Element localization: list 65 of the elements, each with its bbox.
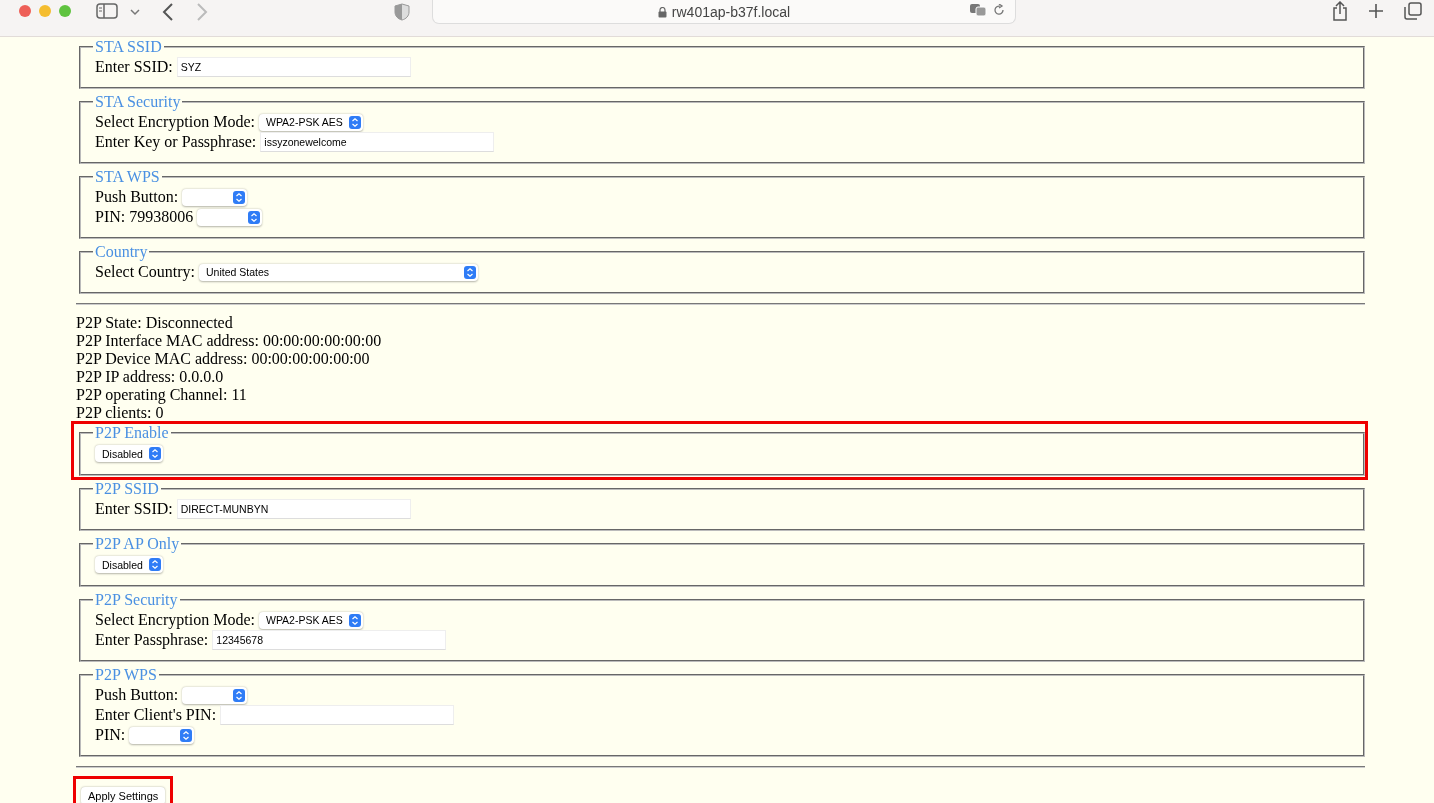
- input-field[interactable]: DIRECT-MUNBYN: [176, 499, 411, 519]
- status-text: P2P clients: 0: [76, 404, 165, 422]
- status-text: P2P State: Disconnected: [76, 314, 234, 332]
- shield-icon[interactable]: [394, 3, 410, 21]
- chevron-down-icon[interactable]: [130, 8, 140, 16]
- input-field[interactable]: issyzonewelcome: [260, 132, 495, 152]
- input-field[interactable]: SYZ: [176, 57, 411, 77]
- field-label: PIN:: [95, 726, 126, 744]
- status-text: P2P operating Channel: 11: [76, 386, 248, 404]
- status-text: P2P IP address: 0.0.0.0: [76, 368, 225, 386]
- dropdown[interactable]: [182, 686, 248, 704]
- stepper-icon: [148, 558, 161, 571]
- stepper-icon: [248, 210, 261, 224]
- reload-icon[interactable]: [993, 4, 1005, 16]
- share-icon[interactable]: [1332, 1, 1348, 21]
- status-text: P2P Interface MAC address: 00:00:00:00:00:00: [76, 332, 383, 350]
- stepper-icon: [233, 688, 246, 702]
- stepper-icon: [348, 115, 361, 129]
- group-title: STA WPS: [94, 168, 161, 185]
- stepper-icon: [148, 447, 161, 460]
- url-text: rw401ap-b37f.local: [671, 4, 791, 20]
- group-title: P2P AP Only: [94, 535, 181, 552]
- dropdown[interactable]: [129, 726, 195, 744]
- field-label: Enter SSID:: [95, 58, 173, 76]
- stepper-icon: [464, 265, 476, 279]
- dropdown[interactable]: WPA2-PSK AES: [258, 113, 363, 131]
- zoom-window-button[interactable]: [59, 5, 71, 17]
- stepper-icon: [233, 190, 246, 204]
- tabs-overview-icon[interactable]: [1404, 2, 1422, 20]
- field-label: Enter Key or Passphrase:: [95, 133, 257, 151]
- sidebar-icon[interactable]: [96, 3, 118, 19]
- input-field[interactable]: 12345678: [212, 630, 447, 650]
- field-label: Select Country:: [95, 263, 195, 281]
- dropdown[interactable]: [182, 188, 248, 206]
- dropdown[interactable]: WPA2-PSK AES: [258, 611, 363, 629]
- stepper-icon: [180, 728, 193, 742]
- group-title: P2P Security: [94, 591, 179, 608]
- input-field[interactable]: [220, 705, 455, 725]
- field-label: Select Encryption Mode:: [95, 113, 255, 131]
- dropdown[interactable]: Disabled: [95, 556, 163, 573]
- status-text: P2P Device MAC address: 00:00:00:00:00:00: [76, 350, 371, 368]
- group-title: P2P Enable: [94, 424, 170, 441]
- translate-icon[interactable]: [969, 3, 987, 17]
- stepper-icon: [348, 613, 361, 627]
- field-label: Push Button:: [95, 188, 179, 206]
- back-icon[interactable]: [162, 3, 174, 21]
- dropdown[interactable]: United States: [199, 263, 478, 281]
- dropdown[interactable]: [197, 208, 263, 226]
- plus-icon[interactable]: [1368, 3, 1384, 19]
- group-title: STA SSID: [94, 38, 163, 55]
- field-label: PIN: 79938006: [95, 208, 194, 226]
- group-title: Country: [94, 243, 149, 260]
- field-label: Select Encryption Mode:: [95, 611, 255, 629]
- group-title: P2P SSID: [94, 480, 160, 497]
- field-label: Enter Passphrase:: [95, 631, 209, 649]
- apply-settings-button[interactable]: Apply Settings: [81, 787, 166, 803]
- field-label: Enter Client's PIN:: [95, 706, 217, 724]
- group-title: P2P WPS: [94, 666, 158, 683]
- field-label: Enter SSID:: [95, 500, 173, 518]
- address-bar[interactable]: rw401ap-b37f.local: [432, 0, 1016, 24]
- field-label: Push Button:: [95, 686, 179, 704]
- group-title: STA Security: [94, 93, 182, 110]
- lock-icon: [657, 6, 667, 18]
- close-window-button[interactable]: [19, 5, 31, 17]
- dropdown[interactable]: Disabled: [95, 445, 163, 462]
